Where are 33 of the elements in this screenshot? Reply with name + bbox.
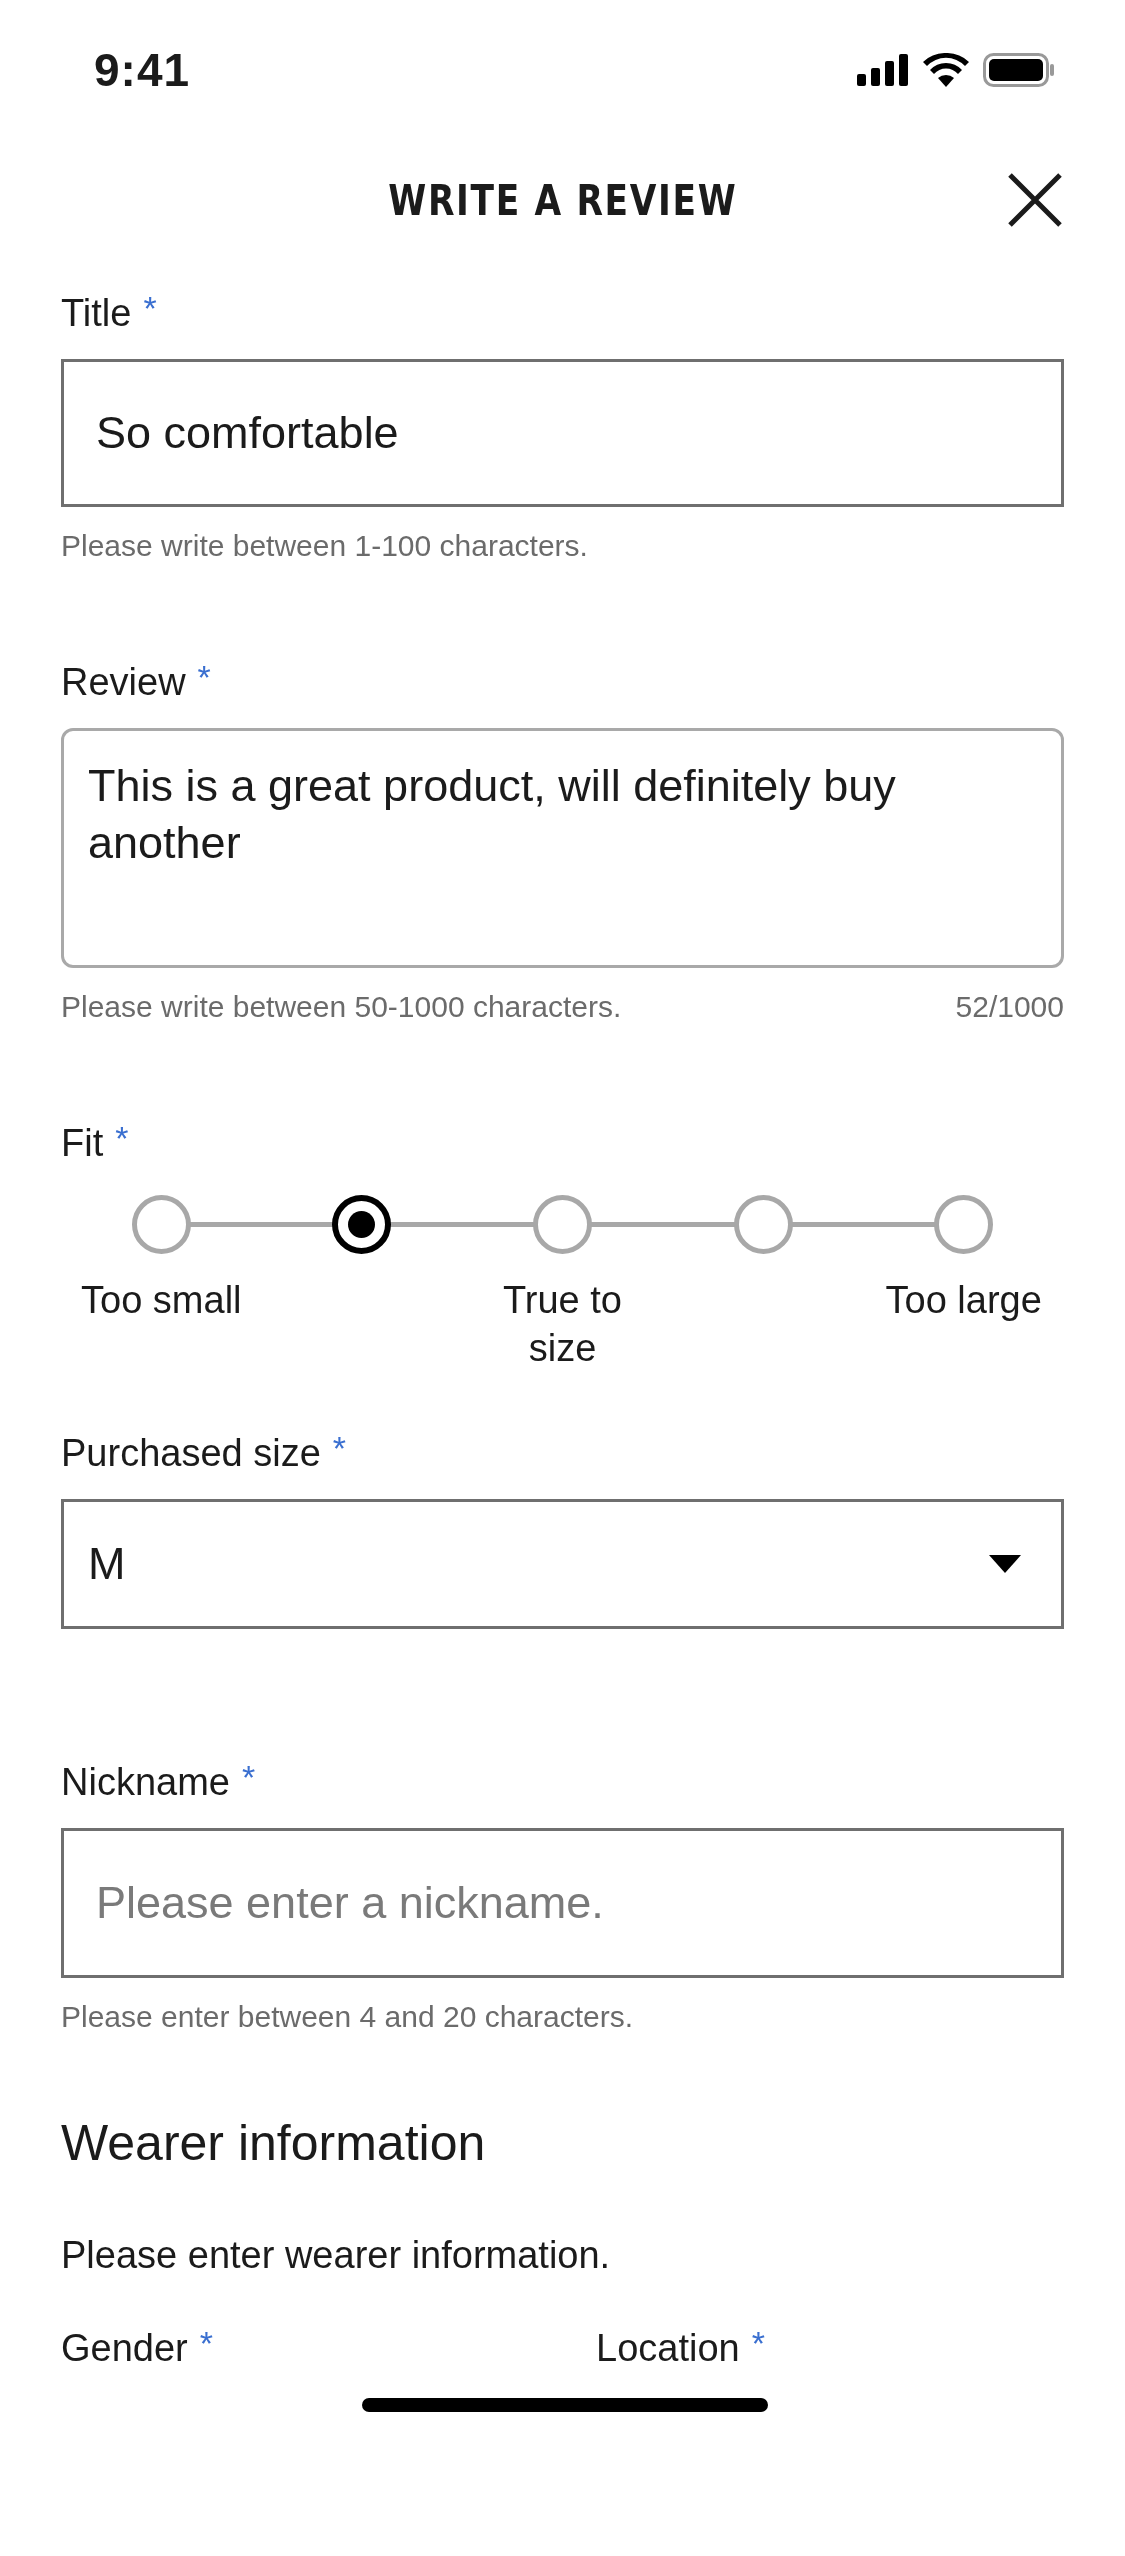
title-field[interactable]: So comfortable (61, 359, 1064, 507)
wifi-icon (923, 53, 969, 87)
required-mark: * (197, 658, 211, 697)
required-mark: * (751, 2324, 765, 2363)
status-time: 9:41 (94, 43, 191, 97)
field-label: Review * (61, 661, 212, 704)
fit-option-label: Too large (884, 1278, 1043, 1323)
required-mark: * (332, 1429, 347, 1468)
character-counter: 52/1000 (955, 990, 1064, 1024)
field-hint: Please write between 1-100 characters. (61, 529, 588, 563)
required-mark: * (241, 1758, 256, 1797)
fit-option-label: True to size (502, 1278, 623, 1371)
battery-icon (983, 53, 1055, 87)
fit-option-label: Too small (80, 1278, 243, 1323)
page-title: WRITE A REVIEW (388, 175, 737, 225)
field-label: Nickname * (61, 1761, 257, 1804)
caret-icon (989, 1555, 1021, 1573)
field-label: Location * (596, 2327, 766, 2370)
field-label: Fit * (61, 1122, 130, 1165)
signal-icon (857, 54, 909, 86)
size-select[interactable]: M (61, 1499, 1064, 1629)
required-mark: * (143, 289, 157, 328)
field-label: Purchased size * (61, 1432, 348, 1475)
nickname-field[interactable]: Please enter a nickname. (61, 1828, 1064, 1978)
field-label: Title * (61, 292, 158, 335)
required-mark: * (199, 2324, 213, 2363)
field-hint: Please enter between 4 and 20 characters. (61, 2000, 634, 2034)
field-label: Gender * (61, 2327, 214, 2370)
section-heading: Wearer information (61, 2114, 487, 2172)
field-hint: Please write between 50-1000 characters. (61, 990, 622, 1024)
review-field[interactable]: This is a great product, will definitely buy another (61, 728, 1064, 968)
section-description: Please enter wearer information. (61, 2234, 612, 2277)
required-mark: * (115, 1119, 129, 1158)
